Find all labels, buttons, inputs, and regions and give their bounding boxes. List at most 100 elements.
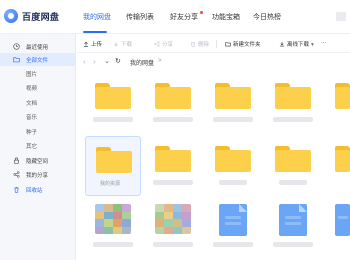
image-thumbnail <box>155 204 191 234</box>
top-bar: 百度网盘 我的网盘 传输列表 好友分享 功能宝箱 今日热榜 <box>0 0 350 34</box>
toolbar-divider <box>216 40 217 48</box>
breadcrumb-separator: > <box>158 58 162 64</box>
sidebar-item-label: 全部文件 <box>26 58 49 64</box>
document-icon <box>335 204 350 236</box>
share-icon <box>154 41 160 47</box>
upload-icon <box>83 41 89 47</box>
more-label: ··· <box>321 40 327 46</box>
folder-icon <box>155 83 191 109</box>
file-item-selected[interactable]: 我的资源 <box>85 136 141 196</box>
file-item[interactable] <box>325 198 350 258</box>
sidebar-item-label: 最近使用 <box>26 45 49 51</box>
chevron-down-icon[interactable]: ⌄ <box>104 57 110 65</box>
file-name-blurred <box>93 242 133 247</box>
delete-button[interactable]: 删除 <box>190 40 209 48</box>
file-item[interactable] <box>145 136 201 196</box>
sidebar-item-all-files[interactable]: 全部文件 <box>0 53 76 66</box>
folder-icon <box>155 146 191 172</box>
sidebar-item-label: 视频 <box>26 86 38 92</box>
sidebar-item-torrents[interactable]: 种子 <box>0 125 76 138</box>
sidebar-item-my-share[interactable]: 我的分享 <box>0 168 76 181</box>
new-folder-label: 新建文件夹 <box>233 42 261 48</box>
file-item[interactable] <box>265 73 321 133</box>
forward-arrow-icon[interactable]: › <box>93 57 96 66</box>
file-item[interactable] <box>145 198 201 258</box>
image-thumbnail <box>95 204 131 234</box>
file-item[interactable] <box>325 136 350 196</box>
sidebar-item-label: 隐藏空间 <box>26 159 49 165</box>
new-folder-icon <box>225 42 231 47</box>
lock-icon <box>14 157 19 164</box>
file-item[interactable] <box>205 136 261 196</box>
sidebar-item-videos[interactable]: 视频 <box>0 81 76 94</box>
refresh-icon[interactable]: ↻ <box>115 57 121 65</box>
file-item[interactable] <box>85 198 141 258</box>
folder-icon <box>335 83 350 109</box>
more-button[interactable]: ··· <box>321 40 327 48</box>
file-item[interactable] <box>205 73 261 133</box>
back-arrow-icon[interactable]: ‹ <box>83 57 86 66</box>
tab-friend-share[interactable]: 好友分享 <box>170 12 198 22</box>
trash-icon <box>191 42 195 47</box>
document-icon <box>219 204 247 236</box>
window-control-button[interactable] <box>336 12 346 21</box>
sidebar-item-documents[interactable]: 文档 <box>0 96 76 109</box>
folder-icon <box>275 83 311 109</box>
file-name-blurred <box>213 117 253 122</box>
file-name-blurred <box>153 180 193 185</box>
file-item[interactable] <box>205 198 261 258</box>
tab-function-box[interactable]: 功能宝箱 <box>212 12 240 22</box>
share-button[interactable]: 分享 <box>154 40 173 48</box>
file-name-blurred <box>153 242 193 247</box>
sidebar-item-recycle-bin[interactable]: 回收站 <box>0 183 76 196</box>
baidu-netdisk-logo <box>4 9 18 23</box>
download-button[interactable]: 下载 <box>113 40 132 48</box>
sidebar-item-recent[interactable]: 最近使用 <box>0 40 76 53</box>
file-name-blurred <box>213 242 253 247</box>
file-name-blurred <box>273 117 313 122</box>
chevron-down-icon: ▾ <box>311 42 314 48</box>
sidebar-item-music[interactable]: 音乐 <box>0 110 76 123</box>
folder-icon <box>275 146 311 172</box>
file-item[interactable] <box>85 73 141 133</box>
sidebar-item-label: 种子 <box>26 130 38 136</box>
sidebar-item-other[interactable]: 其它 <box>0 139 76 152</box>
file-item[interactable] <box>265 198 321 258</box>
tab-transfer-list[interactable]: 传输列表 <box>126 12 154 22</box>
file-name-blurred <box>279 180 307 185</box>
sidebar-item-label: 回收站 <box>26 188 43 194</box>
file-item[interactable] <box>265 136 321 196</box>
breadcrumb-current[interactable]: 我的网盘 <box>130 58 154 67</box>
trash-icon <box>14 187 19 193</box>
folder-icon <box>215 83 251 109</box>
breadcrumb: ‹ › ⌄ ↻ <box>77 54 350 70</box>
file-name: 我的资源 <box>100 181 121 187</box>
sidebar: 最近使用 全部文件 图片 视频 文档 音乐 种子 其它 隐藏空间 我的分享 回收… <box>0 34 76 260</box>
folder-icon <box>215 146 251 172</box>
sidebar-item-label: 我的分享 <box>26 173 49 179</box>
tab-my-netdisk[interactable]: 我的网盘 <box>83 12 111 22</box>
sidebar-item-images[interactable]: 图片 <box>0 67 76 80</box>
file-item[interactable] <box>145 73 201 133</box>
upload-button[interactable]: 上传 <box>83 40 102 48</box>
file-item[interactable] <box>325 73 350 133</box>
notification-badge <box>200 11 203 14</box>
file-name-blurred <box>93 117 133 122</box>
sidebar-item-hidden-space[interactable]: 隐藏空间 <box>0 154 76 167</box>
clock-icon <box>13 43 20 50</box>
sidebar-item-label: 音乐 <box>26 115 38 121</box>
offline-download-label: 离线下载 <box>287 42 310 48</box>
file-toolbar: 上传 下载 分享 删除 新建文件夹 离线下载 ▾ ··· <box>77 35 350 53</box>
delete-label: 删除 <box>198 42 210 48</box>
file-name-blurred <box>219 180 247 185</box>
download-label: 下载 <box>121 42 133 48</box>
offline-download-icon <box>279 41 285 47</box>
sidebar-item-label: 图片 <box>26 72 38 78</box>
tab-hot-list[interactable]: 今日热榜 <box>253 12 281 22</box>
file-name-blurred <box>273 242 313 247</box>
offline-download-button[interactable]: 离线下载 ▾ <box>279 40 314 48</box>
share-label: 分享 <box>162 42 174 48</box>
sidebar-item-label: 文档 <box>26 101 38 107</box>
folder-icon <box>96 147 132 173</box>
new-folder-button[interactable]: 新建文件夹 <box>225 40 261 48</box>
